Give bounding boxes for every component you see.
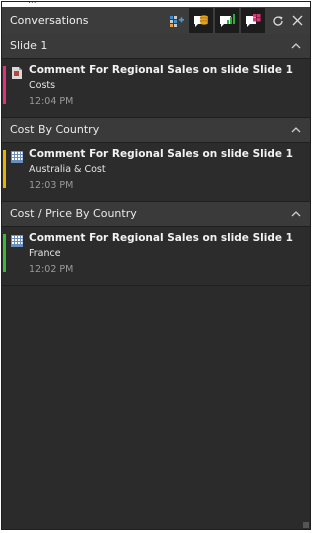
background-text: ... bbox=[28, 2, 37, 6]
grid-icon bbox=[11, 151, 23, 163]
comment-timestamp: 12:03 PM bbox=[29, 180, 74, 191]
section-title: Cost / Price By Country bbox=[10, 207, 137, 220]
document-icon bbox=[12, 67, 22, 79]
add-chart-icon[interactable] bbox=[167, 8, 187, 33]
comment-timestamp: 12:04 PM bbox=[29, 96, 74, 107]
section-header-cost-price-by-country[interactable]: Cost / Price By Country bbox=[2, 202, 310, 227]
stack-comment-icon[interactable] bbox=[189, 8, 213, 33]
section-header-slide-1[interactable]: Slide 1 bbox=[2, 34, 310, 59]
comment-accent-bar bbox=[3, 234, 6, 272]
chevron-up-icon[interactable] bbox=[290, 124, 302, 136]
comment-item[interactable]: Comment For Regional Sales on slide Slid… bbox=[2, 227, 310, 286]
comment-subtitle: Costs bbox=[29, 80, 56, 91]
chevron-up-icon[interactable] bbox=[290, 208, 302, 220]
comment-timestamp: 12:02 PM bbox=[29, 264, 74, 275]
comment-accent-bar bbox=[3, 66, 6, 104]
conversations-list: Slide 1 Comment For Regional Sales on sl… bbox=[2, 34, 310, 529]
section-header-cost-by-country[interactable]: Cost By Country bbox=[2, 118, 310, 143]
chart-comment-icon[interactable] bbox=[215, 8, 239, 33]
comment-subtitle: France bbox=[29, 248, 61, 259]
comment-subtitle: Australia & Cost bbox=[29, 164, 106, 175]
close-icon[interactable] bbox=[289, 8, 305, 33]
comment-title: Comment For Regional Sales on slide Slid… bbox=[29, 148, 293, 160]
section-title: Slide 1 bbox=[10, 39, 48, 52]
resize-grip[interactable] bbox=[303, 522, 309, 528]
section-title: Cost By Country bbox=[10, 123, 100, 136]
comment-accent-bar bbox=[3, 150, 6, 188]
panel-title: Conversations bbox=[10, 14, 89, 27]
comment-item[interactable]: Comment For Regional Sales on slide Slid… bbox=[2, 143, 310, 202]
comment-title: Comment For Regional Sales on slide Slid… bbox=[29, 64, 293, 76]
comment-title: Comment For Regional Sales on slide Slid… bbox=[29, 232, 293, 244]
comment-item[interactable]: Comment For Regional Sales on slide Slid… bbox=[2, 59, 310, 118]
panel-titlebar: Conversations bbox=[2, 7, 310, 34]
grid-comment-icon[interactable] bbox=[241, 8, 265, 33]
refresh-icon[interactable] bbox=[270, 8, 286, 33]
chevron-up-icon[interactable] bbox=[290, 40, 302, 52]
conversations-panel: ... Conversations bbox=[1, 1, 311, 530]
grid-icon bbox=[11, 235, 23, 247]
